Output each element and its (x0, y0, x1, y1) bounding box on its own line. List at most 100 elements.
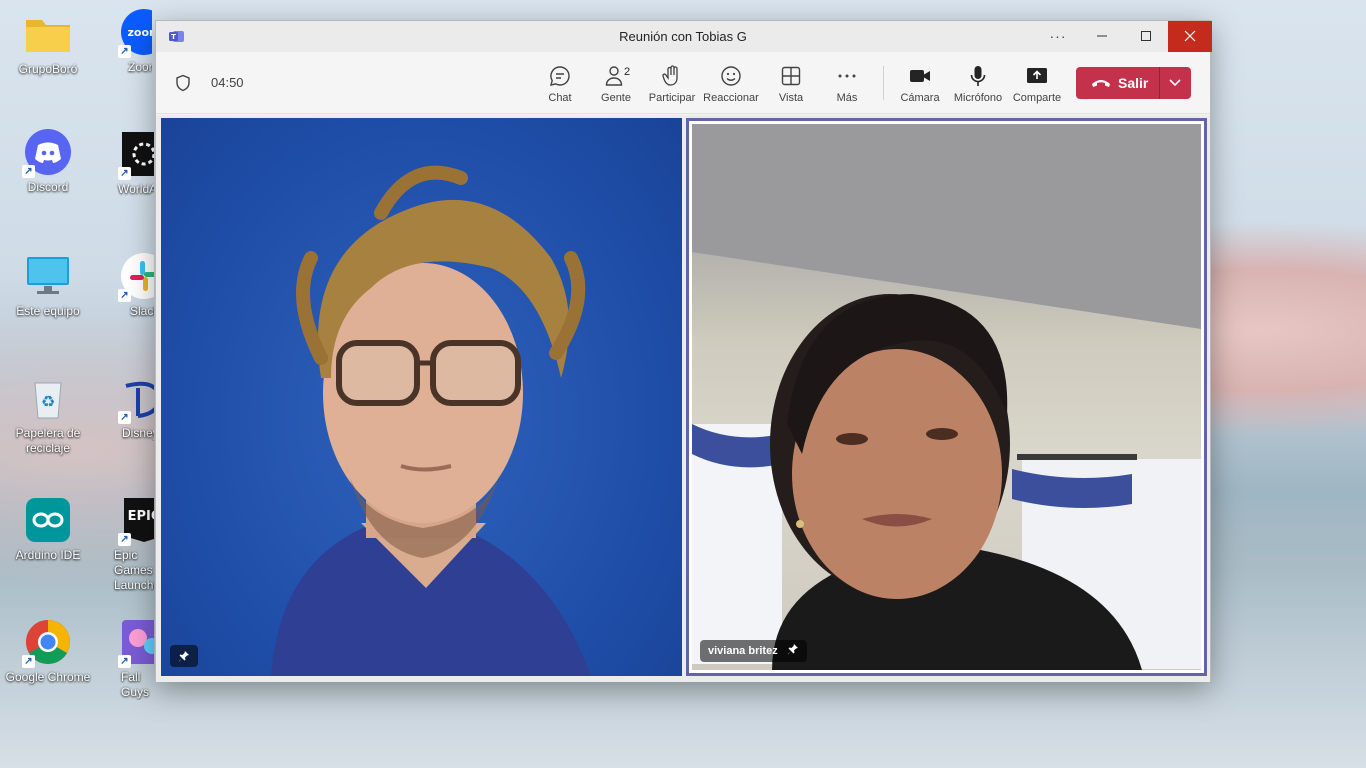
chat-label: Chat (548, 92, 572, 104)
chrome-icon: ↗ (22, 618, 72, 668)
microphone-label: Micrófono (953, 92, 1003, 104)
desktop-icon-fall-guys[interactable]: ↗ Fall Guys (96, 618, 154, 700)
minimize-icon (1097, 35, 1107, 37)
maximize-button[interactable] (1124, 21, 1168, 52)
fall-guys-icon: ↗ (118, 618, 154, 668)
pin-badge[interactable] (170, 645, 198, 667)
desktop-icon-epic[interactable]: EPIC ↗ Epic Games Launcher (96, 496, 154, 593)
shortcut-arrow-icon: ↗ (118, 167, 131, 180)
chevron-down-icon[interactable] (1168, 78, 1182, 88)
shortcut-arrow-icon: ↗ (118, 411, 131, 424)
raise-hand-label: Participar (648, 92, 696, 104)
chat-button[interactable]: Chat (530, 64, 590, 104)
camera-label: Cámara (900, 92, 940, 104)
close-icon (1184, 30, 1196, 42)
desktop-icon-discord[interactable]: ↗ Discord (0, 128, 96, 195)
video-stage: viviana britez (156, 115, 1210, 682)
participant-name: viviana britez (708, 645, 778, 657)
view-label: Vista (778, 92, 804, 104)
desktop-icon-label: GrupoBoró (18, 62, 78, 76)
desktop-icon-label: Arduino IDE (15, 548, 81, 562)
desktop-icon-label: Fall Guys (121, 670, 150, 699)
desktop-icon-este-equipo[interactable]: Este equipo (0, 252, 96, 319)
shortcut-arrow-icon: ↗ (22, 165, 35, 178)
desktop-icon-label: WorldA (118, 182, 154, 196)
share-screen-icon (1027, 68, 1047, 83)
maximize-icon (1141, 31, 1151, 41)
participant-name-tag: viviana britez (700, 640, 807, 662)
meeting-window: T Reunión con Tobias G ··· 04:50 Chat 2 … (155, 20, 1212, 682)
video-tile-participant-2[interactable]: viviana britez (686, 118, 1207, 676)
shortcut-arrow-icon: ↗ (118, 289, 131, 302)
desktop-icon-label: Papelera de reciclaje (15, 426, 81, 455)
arduino-icon (24, 496, 72, 544)
share-button[interactable]: Comparte (1007, 64, 1067, 104)
svg-text:EPIC: EPIC (128, 509, 154, 524)
ellipsis-icon (838, 74, 856, 78)
desktop-icon-slack[interactable]: ↗ Slack (96, 252, 154, 319)
shortcut-arrow-icon: ↗ (118, 533, 131, 546)
minimize-button[interactable] (1080, 21, 1124, 52)
camera-button[interactable]: Cámara (890, 64, 950, 104)
desktop-icon-label: Epic Games Launcher (114, 548, 154, 592)
worlda-icon: ↗ (118, 130, 154, 180)
epic-games-icon: EPIC ↗ (118, 496, 154, 546)
microphone-button[interactable]: Micrófono (948, 64, 1008, 104)
video-tile-participant-1[interactable] (161, 118, 682, 676)
people-button[interactable]: 2 Gente (586, 64, 646, 104)
svg-text:zoom: zoom (128, 26, 152, 39)
folder-icon (24, 10, 72, 58)
desktop-icon-disney[interactable]: ↗ Disney (96, 374, 154, 441)
leave-label: Salir (1118, 75, 1149, 91)
desktop-icon-label: Google Chrome (5, 670, 91, 684)
react-label: Reaccionar (703, 92, 759, 104)
leave-separator (1159, 67, 1160, 99)
leave-button[interactable]: Salir (1076, 67, 1191, 99)
desktop-icon-papelera[interactable]: ♻ Papelera de reciclaje (0, 374, 96, 456)
view-button[interactable]: Vista (761, 64, 821, 104)
more-actions-label: Más (836, 92, 858, 104)
desktop-icon-worlda[interactable]: ↗ WorldA (96, 130, 154, 197)
pin-icon (179, 651, 189, 662)
more-actions-button[interactable]: Más (817, 64, 877, 104)
desktop-icon-label: Zoom (128, 60, 152, 74)
camera-icon (910, 70, 930, 82)
hand-icon (662, 65, 678, 86)
share-label: Comparte (1012, 92, 1062, 104)
recycle-bin-icon: ♻ (24, 374, 72, 422)
participant-video (692, 124, 1201, 670)
desktop-icon-label: Disney (122, 426, 154, 440)
desktop-icon-label: Este equipo (16, 304, 80, 318)
microphone-icon (970, 66, 986, 86)
toolbar-divider (883, 66, 884, 100)
close-button[interactable] (1168, 21, 1212, 52)
meeting-timer: 04:50 (211, 75, 244, 90)
desktop-icon-zoom[interactable]: zoom ↗ Zoom (96, 8, 152, 75)
disney-icon: ↗ (118, 374, 154, 424)
monitor-icon (24, 252, 72, 300)
view-layout-icon (781, 66, 801, 86)
desktop-icon-label: Discord (27, 180, 69, 194)
shortcut-arrow-icon: ↗ (118, 45, 131, 58)
react-button[interactable]: Reaccionar (701, 64, 761, 104)
emoji-icon (721, 66, 741, 86)
more-options-button[interactable]: ··· (1044, 25, 1072, 47)
desktop-icon-grupoboro[interactable]: GrupoBoró (0, 10, 96, 77)
svg-text:♻: ♻ (41, 392, 55, 411)
chat-icon (550, 66, 570, 86)
raise-hand-button[interactable]: Participar (642, 64, 702, 104)
shortcut-arrow-icon: ↗ (118, 655, 131, 668)
shortcut-arrow-icon: ↗ (22, 655, 35, 668)
discord-icon: ↗ (22, 128, 72, 178)
people-label: Gente (601, 92, 631, 104)
pin-icon[interactable] (787, 643, 799, 655)
meeting-toolbar: 04:50 Chat 2 Gente Participar Reaccionar… (156, 52, 1210, 114)
shield-icon[interactable] (175, 74, 191, 92)
hang-up-icon (1092, 80, 1110, 87)
slack-icon: ↗ (118, 252, 154, 302)
title-bar: T Reunión con Tobias G ··· (156, 21, 1212, 52)
people-count: 2 (624, 66, 631, 78)
desktop-icon-arduino[interactable]: Arduino IDE (0, 496, 96, 563)
participant-video (271, 165, 591, 676)
desktop-icon-chrome[interactable]: ↗ Google Chrome (0, 618, 96, 685)
